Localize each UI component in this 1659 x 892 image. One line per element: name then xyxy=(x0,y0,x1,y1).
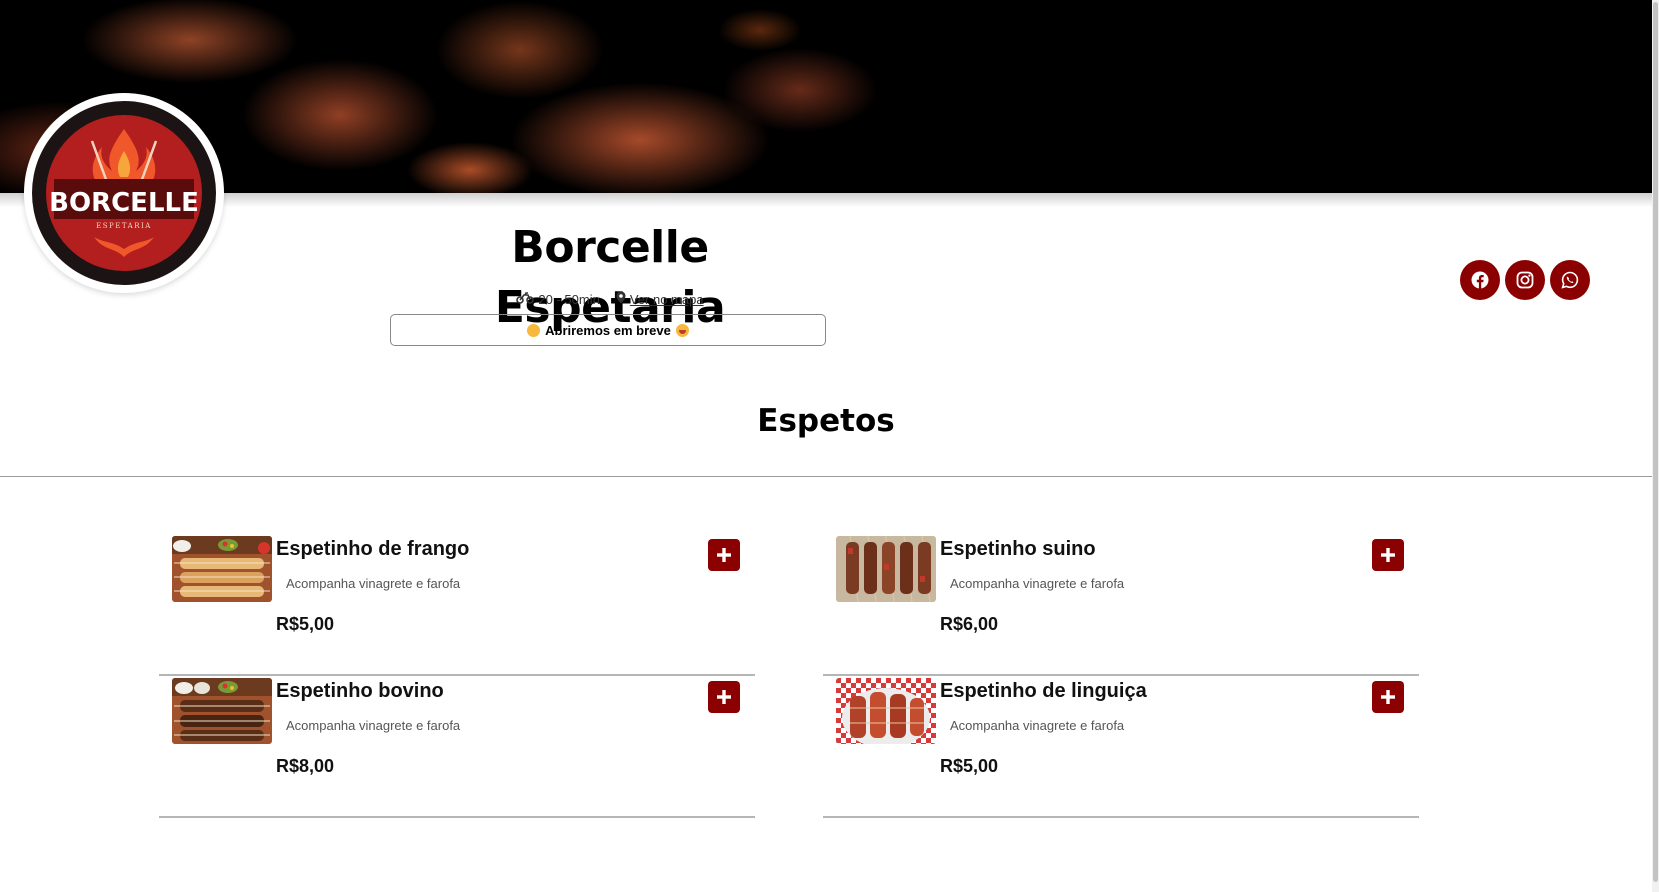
page: BORCELLE ESPETARIA Borcelle Espetaria 20… xyxy=(0,0,1659,892)
whatsapp-icon xyxy=(1561,271,1579,289)
status-text: Abriremos em breve xyxy=(545,322,671,338)
restaurant-logo: BORCELLE ESPETARIA xyxy=(24,93,224,293)
add-to-cart-button[interactable] xyxy=(1372,539,1404,571)
scrollbar-thumb[interactable] xyxy=(1653,2,1658,882)
facebook-icon xyxy=(1471,271,1489,289)
menu-item-name: Espetinho de frango xyxy=(276,538,470,560)
map-location[interactable]: Ver no mapa xyxy=(616,291,704,307)
section-title: Espetos xyxy=(757,403,895,439)
menu-item-description: Acompanha vinagrete e farofa xyxy=(950,718,1125,733)
plus-icon xyxy=(717,548,731,562)
plus-icon xyxy=(717,690,731,704)
open-status-banner: Abriremos em breve xyxy=(390,314,826,346)
menu-grid: Espetinho de frango Acompanha vinagrete … xyxy=(159,534,1419,818)
beef-skewer-image xyxy=(172,678,272,744)
menu-item-name: Espetinho bovino xyxy=(276,680,444,702)
menu-item-card[interactable]: Espetinho bovino Acompanha vinagrete e f… xyxy=(159,676,755,818)
delivery-time-text: 20 - 50min xyxy=(538,291,600,307)
menu-item-description: Acompanha vinagrete e farofa xyxy=(950,576,1125,591)
menu-item-description: Acompanha vinagrete e farofa xyxy=(286,576,461,591)
menu-item-card[interactable]: Espetinho de linguiça Acompanha vinagret… xyxy=(823,676,1419,818)
hero-shadow xyxy=(0,193,1652,207)
motorcycle-icon xyxy=(516,291,535,307)
logo-title-text: BORCELLE xyxy=(49,188,199,218)
instagram-button[interactable] xyxy=(1505,260,1545,300)
chicken-skewer-image xyxy=(172,536,272,602)
restaurant-info: 20 - 50min Ver no mapa xyxy=(390,290,830,308)
laughing-emoji-icon xyxy=(675,323,689,337)
social-links xyxy=(1460,260,1590,300)
plus-icon xyxy=(1381,548,1395,562)
whatsapp-button[interactable] xyxy=(1550,260,1590,300)
menu-item-card[interactable]: Espetinho suino Acompanha vinagrete e fa… xyxy=(823,534,1419,676)
map-pin-icon xyxy=(616,291,626,307)
facebook-button[interactable] xyxy=(1460,260,1500,300)
pork-skewer-image xyxy=(836,536,936,602)
sausage-skewer-image xyxy=(836,678,936,744)
menu-item-description: Acompanha vinagrete e farofa xyxy=(286,718,461,733)
add-to-cart-button[interactable] xyxy=(708,539,740,571)
hero-banner-image xyxy=(0,0,1652,193)
add-to-cart-button[interactable] xyxy=(1372,681,1404,713)
menu-item-price: R$6,00 xyxy=(940,614,999,634)
instagram-icon xyxy=(1516,271,1534,289)
menu-item-card[interactable]: Espetinho de frango Acompanha vinagrete … xyxy=(159,534,755,676)
plus-icon xyxy=(1381,690,1395,704)
status-dot-icon xyxy=(527,323,541,337)
menu-item-name: Espetinho suino xyxy=(940,538,1096,560)
delivery-time: 20 - 50min xyxy=(516,291,600,307)
menu-item-price: R$5,00 xyxy=(940,756,999,776)
menu-item-price: R$8,00 xyxy=(276,756,335,776)
menu-item-price: R$5,00 xyxy=(276,614,335,634)
section-divider xyxy=(0,476,1652,477)
menu-item-name: Espetinho de linguiça xyxy=(940,680,1147,702)
add-to-cart-button[interactable] xyxy=(708,681,740,713)
logo-image: BORCELLE ESPETARIA xyxy=(32,101,216,285)
logo-subtitle-text: ESPETARIA xyxy=(96,222,152,230)
map-link[interactable]: Ver no mapa xyxy=(630,292,704,307)
